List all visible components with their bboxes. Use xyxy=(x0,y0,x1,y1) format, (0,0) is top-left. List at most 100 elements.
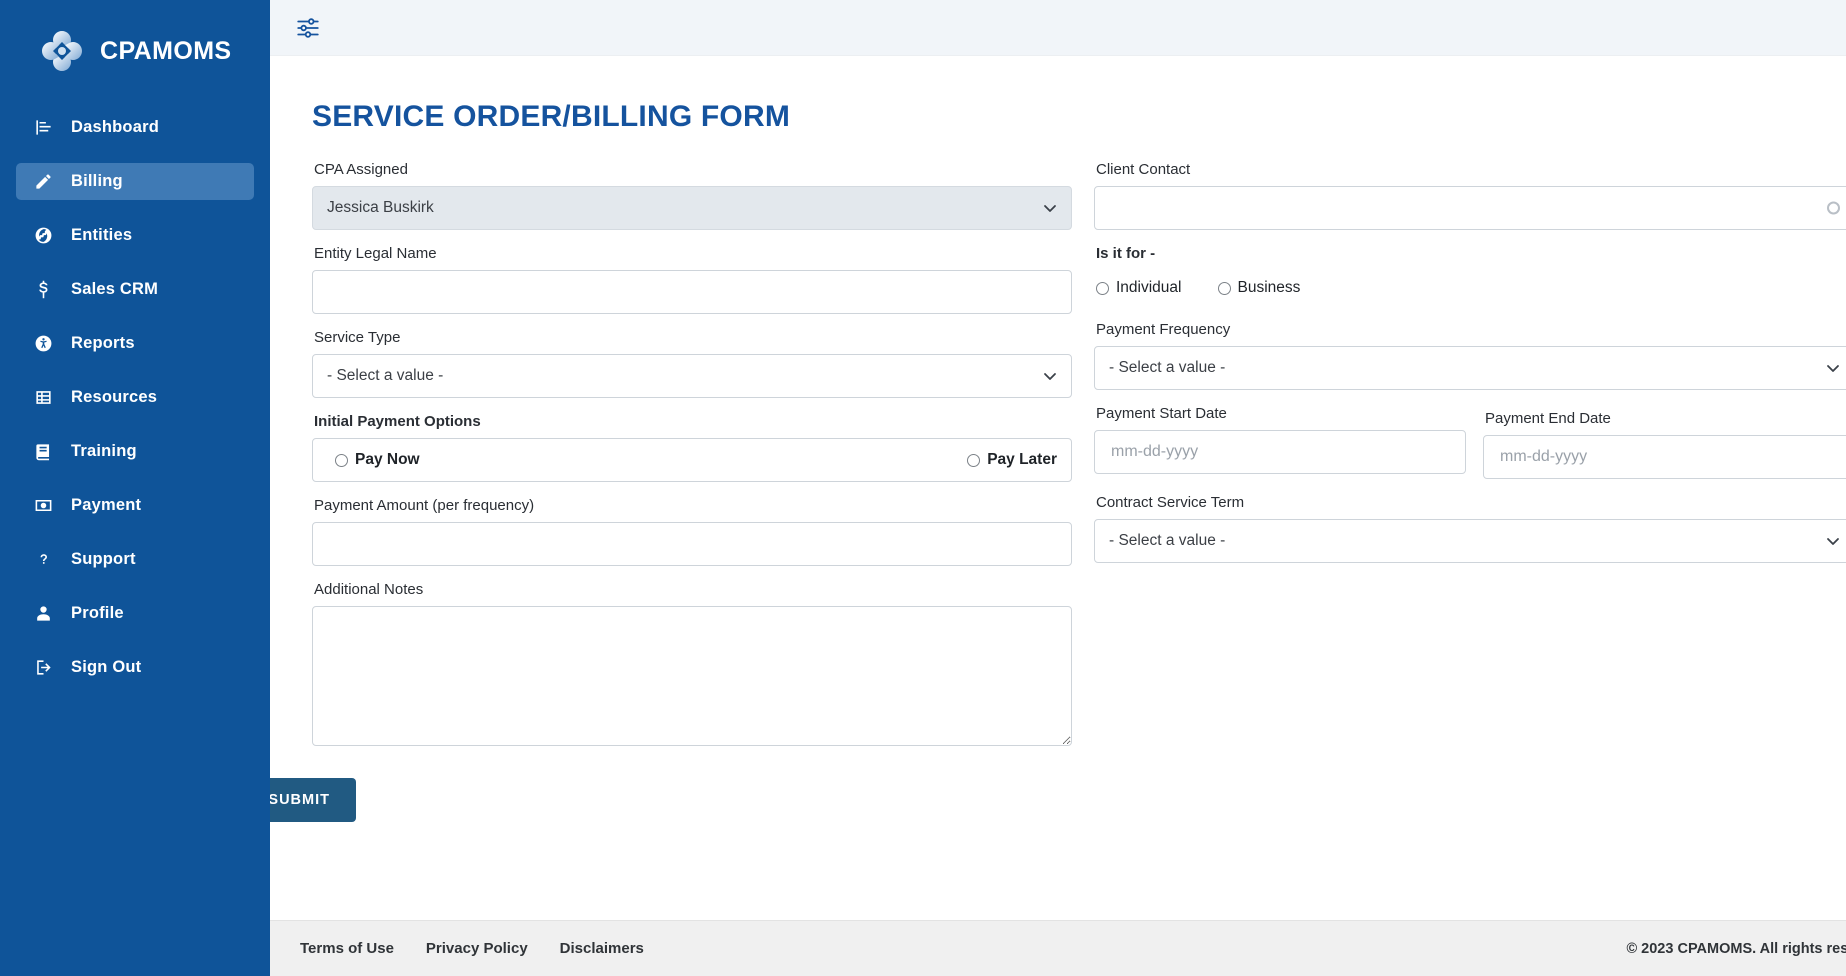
radio-business-label: Business xyxy=(1237,279,1301,296)
sidebar-item-label: Entities xyxy=(71,226,133,244)
billing-form: CPA Assigned Jessica Buskirk Entity Lega… xyxy=(270,160,1846,822)
sidebar-item-reports[interactable]: Reports xyxy=(16,325,254,362)
footer-link-terms-of-use[interactable]: Terms of Use xyxy=(300,940,394,957)
sidebar-item-support[interactable]: Support xyxy=(16,541,254,578)
sliders-icon[interactable] xyxy=(295,15,321,41)
is-it-for-label: Is it for - xyxy=(1096,245,1156,262)
chevron-down-icon xyxy=(1043,201,1057,215)
sidebar-item-label: Dashboard xyxy=(71,118,159,136)
cpa-assigned-label: CPA Assigned xyxy=(314,161,408,178)
sidebar-item-billing[interactable]: Billing xyxy=(16,163,254,200)
radio-pay-now[interactable]: Pay Now xyxy=(335,451,420,469)
sign-out-icon xyxy=(33,657,54,678)
payment-frequency-value: - Select a value - xyxy=(1109,359,1226,376)
field-additional-notes: Additional Notes xyxy=(312,580,1072,751)
dollar-sign-icon xyxy=(33,279,54,300)
field-payment-frequency: Payment Frequency - Select a value - xyxy=(1094,320,1846,390)
question-mark-icon xyxy=(33,549,54,570)
table-list-icon xyxy=(33,387,54,408)
submit-row: SUBMIT xyxy=(270,778,1072,822)
chart-bar-icon xyxy=(33,117,54,138)
globe-icon xyxy=(33,225,54,246)
field-client-contact: Client Contact xyxy=(1094,160,1846,230)
field-contract-service-term: Contract Service Term - Select a value - xyxy=(1094,493,1846,563)
sidebar-nav: Dashboard Billing Entities Sales CRM Rep… xyxy=(0,106,270,689)
radio-business[interactable]: Business xyxy=(1217,279,1301,297)
cpa-assigned-select[interactable]: Jessica Buskirk xyxy=(312,186,1072,230)
field-payment-dates: Payment Start Date mm-dd-yyyy Payment En… xyxy=(1094,404,1846,479)
sidebar: CPAMOMS Dashboard Billing Entities Sales… xyxy=(0,0,270,976)
payment-frequency-select[interactable]: - Select a value - xyxy=(1094,346,1846,390)
initial-payment-options-group: Pay Now Pay Later xyxy=(312,438,1072,482)
client-contact-input[interactable] xyxy=(1094,186,1846,230)
brand[interactable]: CPAMOMS xyxy=(0,14,270,88)
sidebar-item-resources[interactable]: Resources xyxy=(16,379,254,416)
brand-name: CPAMOMS xyxy=(100,36,232,65)
field-initial-payment-options: Initial Payment Options Pay Now Pay Late… xyxy=(312,412,1072,482)
additional-notes-textarea[interactable] xyxy=(312,606,1072,746)
radio-pay-later[interactable]: Pay Later xyxy=(967,451,1057,469)
field-payment-amount: Payment Amount (per frequency) xyxy=(312,496,1072,566)
radio-dot-icon xyxy=(967,453,981,467)
payment-end-date-label: Payment End Date xyxy=(1485,410,1611,427)
submit-button[interactable]: SUBMIT xyxy=(270,778,356,822)
service-type-label: Service Type xyxy=(314,329,401,346)
is-it-for-group: Individual Business xyxy=(1094,270,1846,306)
sidebar-item-sign-out[interactable]: Sign Out xyxy=(16,649,254,686)
radio-individual[interactable]: Individual xyxy=(1096,279,1182,297)
pencil-icon xyxy=(33,171,54,192)
contract-service-term-value: - Select a value - xyxy=(1109,532,1226,549)
service-type-select[interactable]: - Select a value - xyxy=(312,354,1072,398)
payment-start-date-input[interactable]: mm-dd-yyyy xyxy=(1094,430,1466,474)
loading-circle-icon xyxy=(1827,201,1840,215)
accessibility-circle-icon xyxy=(33,333,54,354)
sidebar-item-dashboard[interactable]: Dashboard xyxy=(16,109,254,146)
footer-copyright: © 2023 CPAMOMS. All rights reserved. xyxy=(1626,940,1846,957)
sidebar-item-label: Resources xyxy=(71,388,158,406)
form-left-column: CPA Assigned Jessica Buskirk Entity Lega… xyxy=(270,160,1072,822)
cpamoms-cloverleaf-logo-icon xyxy=(38,27,86,75)
contract-service-term-select[interactable]: - Select a value - xyxy=(1094,519,1846,563)
sidebar-item-entities[interactable]: Entities xyxy=(16,217,254,254)
sidebar-item-profile[interactable]: Profile xyxy=(16,595,254,632)
chevron-down-icon xyxy=(1826,534,1840,548)
field-payment-start-date: Payment Start Date mm-dd-yyyy xyxy=(1094,404,1466,474)
main-area: SERVICE ORDER/BILLING FORM CPA Assigned … xyxy=(270,0,1846,976)
form-content: SERVICE ORDER/BILLING FORM CPA Assigned … xyxy=(270,56,1846,920)
sidebar-item-label: Payment xyxy=(71,496,142,514)
payment-frequency-label: Payment Frequency xyxy=(1096,321,1231,338)
sidebar-item-label: Billing xyxy=(71,172,123,190)
sidebar-item-sales-crm[interactable]: Sales CRM xyxy=(16,271,254,308)
form-right-column: Client Contact Is it for - Individual Bu… xyxy=(1094,160,1846,822)
initial-payment-options-label: Initial Payment Options xyxy=(314,413,481,430)
sidebar-item-label: Sign Out xyxy=(71,658,142,676)
app-root: CPAMOMS Dashboard Billing Entities Sales… xyxy=(0,0,1846,976)
topbar xyxy=(270,0,1846,56)
payment-end-date-input[interactable]: mm-dd-yyyy xyxy=(1483,435,1846,479)
footer: Terms of Use Privacy Policy Disclaimers … xyxy=(270,920,1846,976)
footer-link-privacy-policy[interactable]: Privacy Policy xyxy=(426,940,528,957)
page-title: SERVICE ORDER/BILLING FORM xyxy=(312,100,791,133)
sidebar-item-label: Training xyxy=(71,442,137,460)
footer-link-disclaimers[interactable]: Disclaimers xyxy=(560,940,644,957)
money-bill-icon xyxy=(33,495,54,516)
entity-legal-name-input[interactable] xyxy=(312,270,1072,314)
field-service-type: Service Type - Select a value - xyxy=(312,328,1072,398)
cpa-assigned-value: Jessica Buskirk xyxy=(327,199,434,216)
radio-dot-icon xyxy=(1096,281,1109,295)
sidebar-item-payment[interactable]: Payment xyxy=(16,487,254,524)
user-icon xyxy=(33,603,54,624)
payment-amount-input[interactable] xyxy=(312,522,1072,566)
sidebar-item-label: Support xyxy=(71,550,136,568)
footer-links: Terms of Use Privacy Policy Disclaimers xyxy=(300,940,644,957)
sidebar-item-training[interactable]: Training xyxy=(16,433,254,470)
